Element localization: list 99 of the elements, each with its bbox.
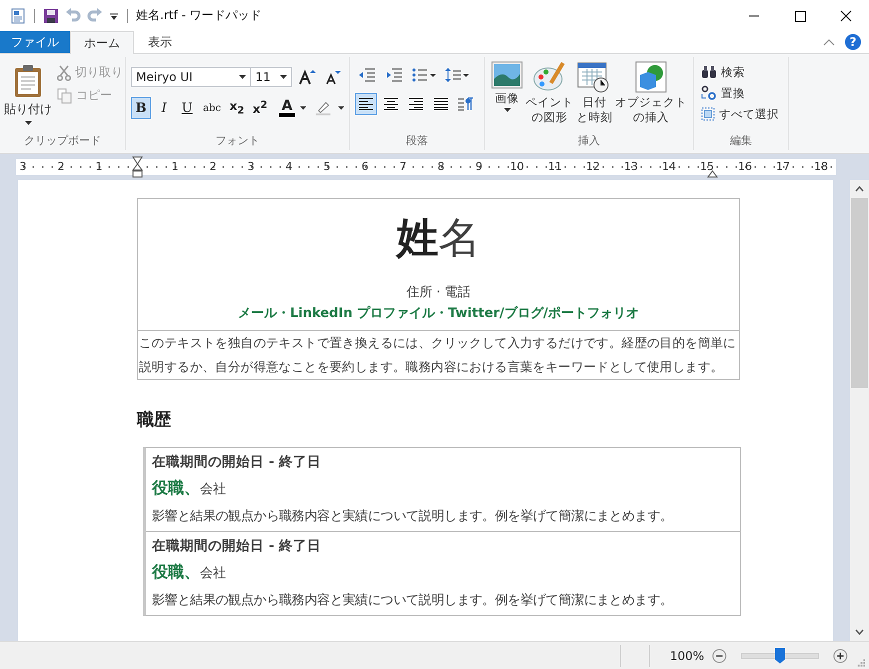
ribbon-tab[interactable]: 表示	[134, 31, 186, 53]
job-dates: 在職期間の開始日 - 終了日	[152, 537, 322, 556]
section-heading: 職歴	[137, 409, 172, 431]
caret-icon	[24, 121, 32, 125]
insert-button[interactable]: ペイント の図形	[524, 59, 575, 134]
decrease-indent-icon[interactable]	[358, 68, 376, 82]
company-name: 会社	[200, 566, 226, 581]
format-button[interactable]: x$_{2}$	[226, 97, 247, 119]
vertical-scrollbar[interactable]	[850, 180, 869, 641]
replace-icon	[701, 85, 717, 101]
ruler-number: 14	[661, 159, 677, 175]
ruler-number: 11	[547, 159, 563, 175]
scissors-icon	[57, 64, 71, 80]
save-icon[interactable]	[43, 8, 59, 24]
ruler-number: 9	[474, 159, 484, 175]
edit-button[interactable]: すべて選択	[699, 105, 783, 123]
clipboard-icon	[13, 64, 43, 98]
job-title: 役職、	[152, 478, 200, 497]
contact-line: 住所 · 電話	[405, 284, 472, 302]
ruler-number: 5	[322, 159, 332, 175]
caret-icon	[280, 75, 288, 79]
help-icon[interactable]: ?	[845, 34, 861, 50]
paste-button[interactable]: 貼り付け	[5, 61, 51, 134]
window-title: 姓名.rtf - ワードパッド	[136, 7, 262, 24]
align-center-icon	[384, 98, 398, 110]
ruler-number: 18	[813, 159, 829, 175]
highlighter-icon[interactable]	[315, 99, 332, 117]
align-right-icon	[409, 98, 423, 110]
ruler-number: 13	[623, 159, 639, 175]
ruler-number: 3	[18, 159, 28, 175]
zoom-slider-thumb[interactable]	[774, 648, 785, 664]
paragraph-icon[interactable]	[458, 97, 474, 111]
grow-font-icon[interactable]	[298, 69, 316, 85]
landscape-picture-icon	[491, 61, 523, 89]
ruler-number: 1	[170, 159, 180, 175]
right-indent-marker-icon[interactable]	[707, 170, 718, 178]
font-family-dropdown[interactable]: Meiryo UI	[131, 67, 252, 87]
select-all-icon	[701, 107, 715, 121]
indent-marker-icon[interactable]	[132, 156, 143, 178]
zoom-out-icon[interactable]	[712, 648, 727, 664]
align-left-icon	[359, 98, 373, 110]
job-description: 影響と結果の観点から職務内容と実績について説明します。例を挙げて簡潔にまとめます。	[152, 592, 674, 610]
ruler-number: 8	[436, 159, 446, 175]
format-button[interactable]: U	[177, 97, 198, 119]
zoom-in-icon[interactable]	[833, 648, 848, 664]
ribbon-tab[interactable]: ホーム	[70, 31, 134, 54]
ruler-number: 7	[398, 159, 408, 175]
bullet-list-icon[interactable]	[412, 68, 436, 82]
format-button[interactable]: B	[131, 97, 152, 119]
calendar-clock-icon	[577, 61, 612, 93]
line-spacing-icon[interactable]	[445, 67, 469, 83]
scroll-thumb[interactable]	[851, 198, 868, 388]
scroll-up-icon[interactable]	[855, 186, 864, 192]
customize-dropdown-icon[interactable]	[109, 10, 119, 20]
ruler-number: 12	[585, 159, 601, 175]
format-button[interactable]: I	[154, 97, 174, 119]
binoculars-icon	[701, 65, 717, 79]
job-description: 影響と結果の観点から職務内容と実績について説明します。例を挙げて簡潔にまとめます。	[152, 508, 674, 526]
resize-grip-icon[interactable]	[856, 657, 865, 667]
company-name: 会社	[200, 482, 226, 497]
increase-indent-icon[interactable]	[385, 68, 403, 82]
paint-palette-icon	[532, 61, 567, 93]
caret-icon	[239, 75, 246, 79]
zoom-slider[interactable]	[740, 646, 820, 664]
ruler-number: 6	[360, 159, 370, 175]
format-button[interactable]: abc	[200, 97, 224, 119]
ruler-number: 2	[56, 159, 66, 175]
ruler-number: 17	[775, 159, 791, 175]
align-button[interactable]	[355, 93, 377, 115]
ruler-number: 4	[284, 159, 294, 175]
ruler-number: 15	[699, 159, 715, 175]
job-title: 役職、	[152, 562, 200, 581]
resume-name: 姓名	[394, 212, 482, 264]
summary-paragraph: このテキストを独自のテキストで置き換えるには、クリックして入力するだけです。経歴の目的を簡単に説明するか、自分が得意なことを要約します。職務内容における言葉をキーワードとして使用します。	[138, 334, 737, 376]
insert-button[interactable]: 画像	[490, 59, 524, 134]
ruler-number: 10	[509, 159, 525, 175]
scroll-down-icon[interactable]	[855, 629, 864, 635]
ruler-number: 2	[208, 159, 218, 175]
caret-icon[interactable]	[338, 106, 344, 110]
document-app-icon[interactable]	[10, 8, 26, 24]
edit-button[interactable]: 検索	[699, 63, 783, 81]
insert-button[interactable]: オブジェクト の挿入	[614, 59, 688, 134]
justify-icon	[434, 98, 448, 110]
insert-button[interactable]: 日付 と時刻	[575, 59, 614, 134]
font-size-dropdown[interactable]: 11	[250, 67, 292, 87]
ruler-number: 16	[737, 159, 753, 175]
shrink-font-icon[interactable]	[325, 69, 341, 85]
ruler-number: 1	[94, 159, 104, 175]
ribbon-tab[interactable]: ファイル	[0, 31, 70, 53]
caret-icon[interactable]	[300, 106, 306, 110]
job-dates: 在職期間の開始日 - 終了日	[152, 453, 322, 472]
text-color-button[interactable]: A	[277, 97, 298, 119]
edit-button[interactable]: 置換	[699, 84, 783, 102]
format-button[interactable]: x$^{2}$	[250, 97, 270, 119]
collapse-ribbon-icon[interactable]	[823, 38, 835, 46]
zoom-level: 100%	[670, 648, 704, 662]
links-line: メール・LinkedIn プロファイル・Twitter/ブログ/ポートフォリオ	[236, 304, 640, 323]
ruler-number: 3	[246, 159, 256, 175]
copy-icon	[57, 88, 72, 104]
